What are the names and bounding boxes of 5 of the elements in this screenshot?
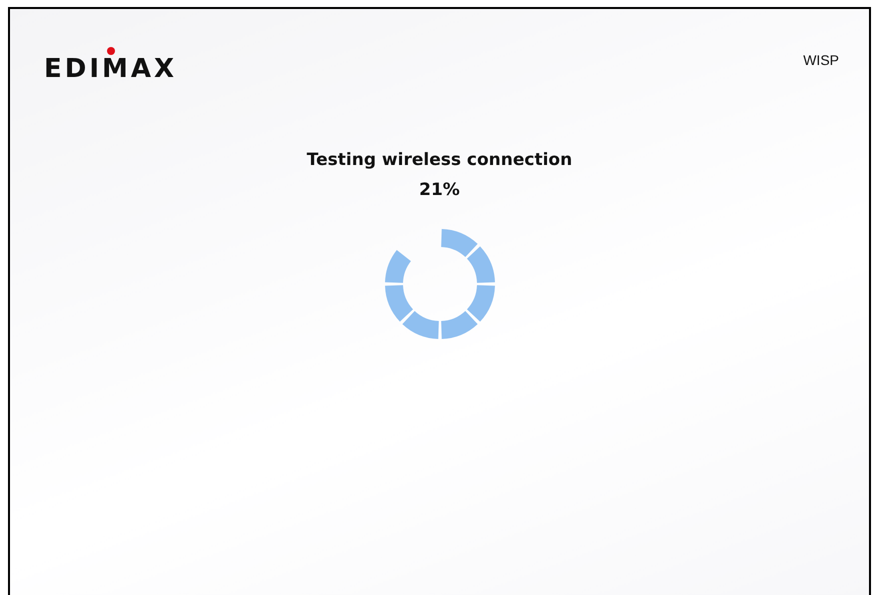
brand-logo: EDIMAX — [44, 45, 178, 84]
mode-label: WISP — [803, 52, 839, 68]
loading-spinner-icon — [384, 228, 496, 340]
progress-percent: 21% — [419, 180, 460, 200]
status-message: Testing wireless connection — [306, 150, 572, 170]
